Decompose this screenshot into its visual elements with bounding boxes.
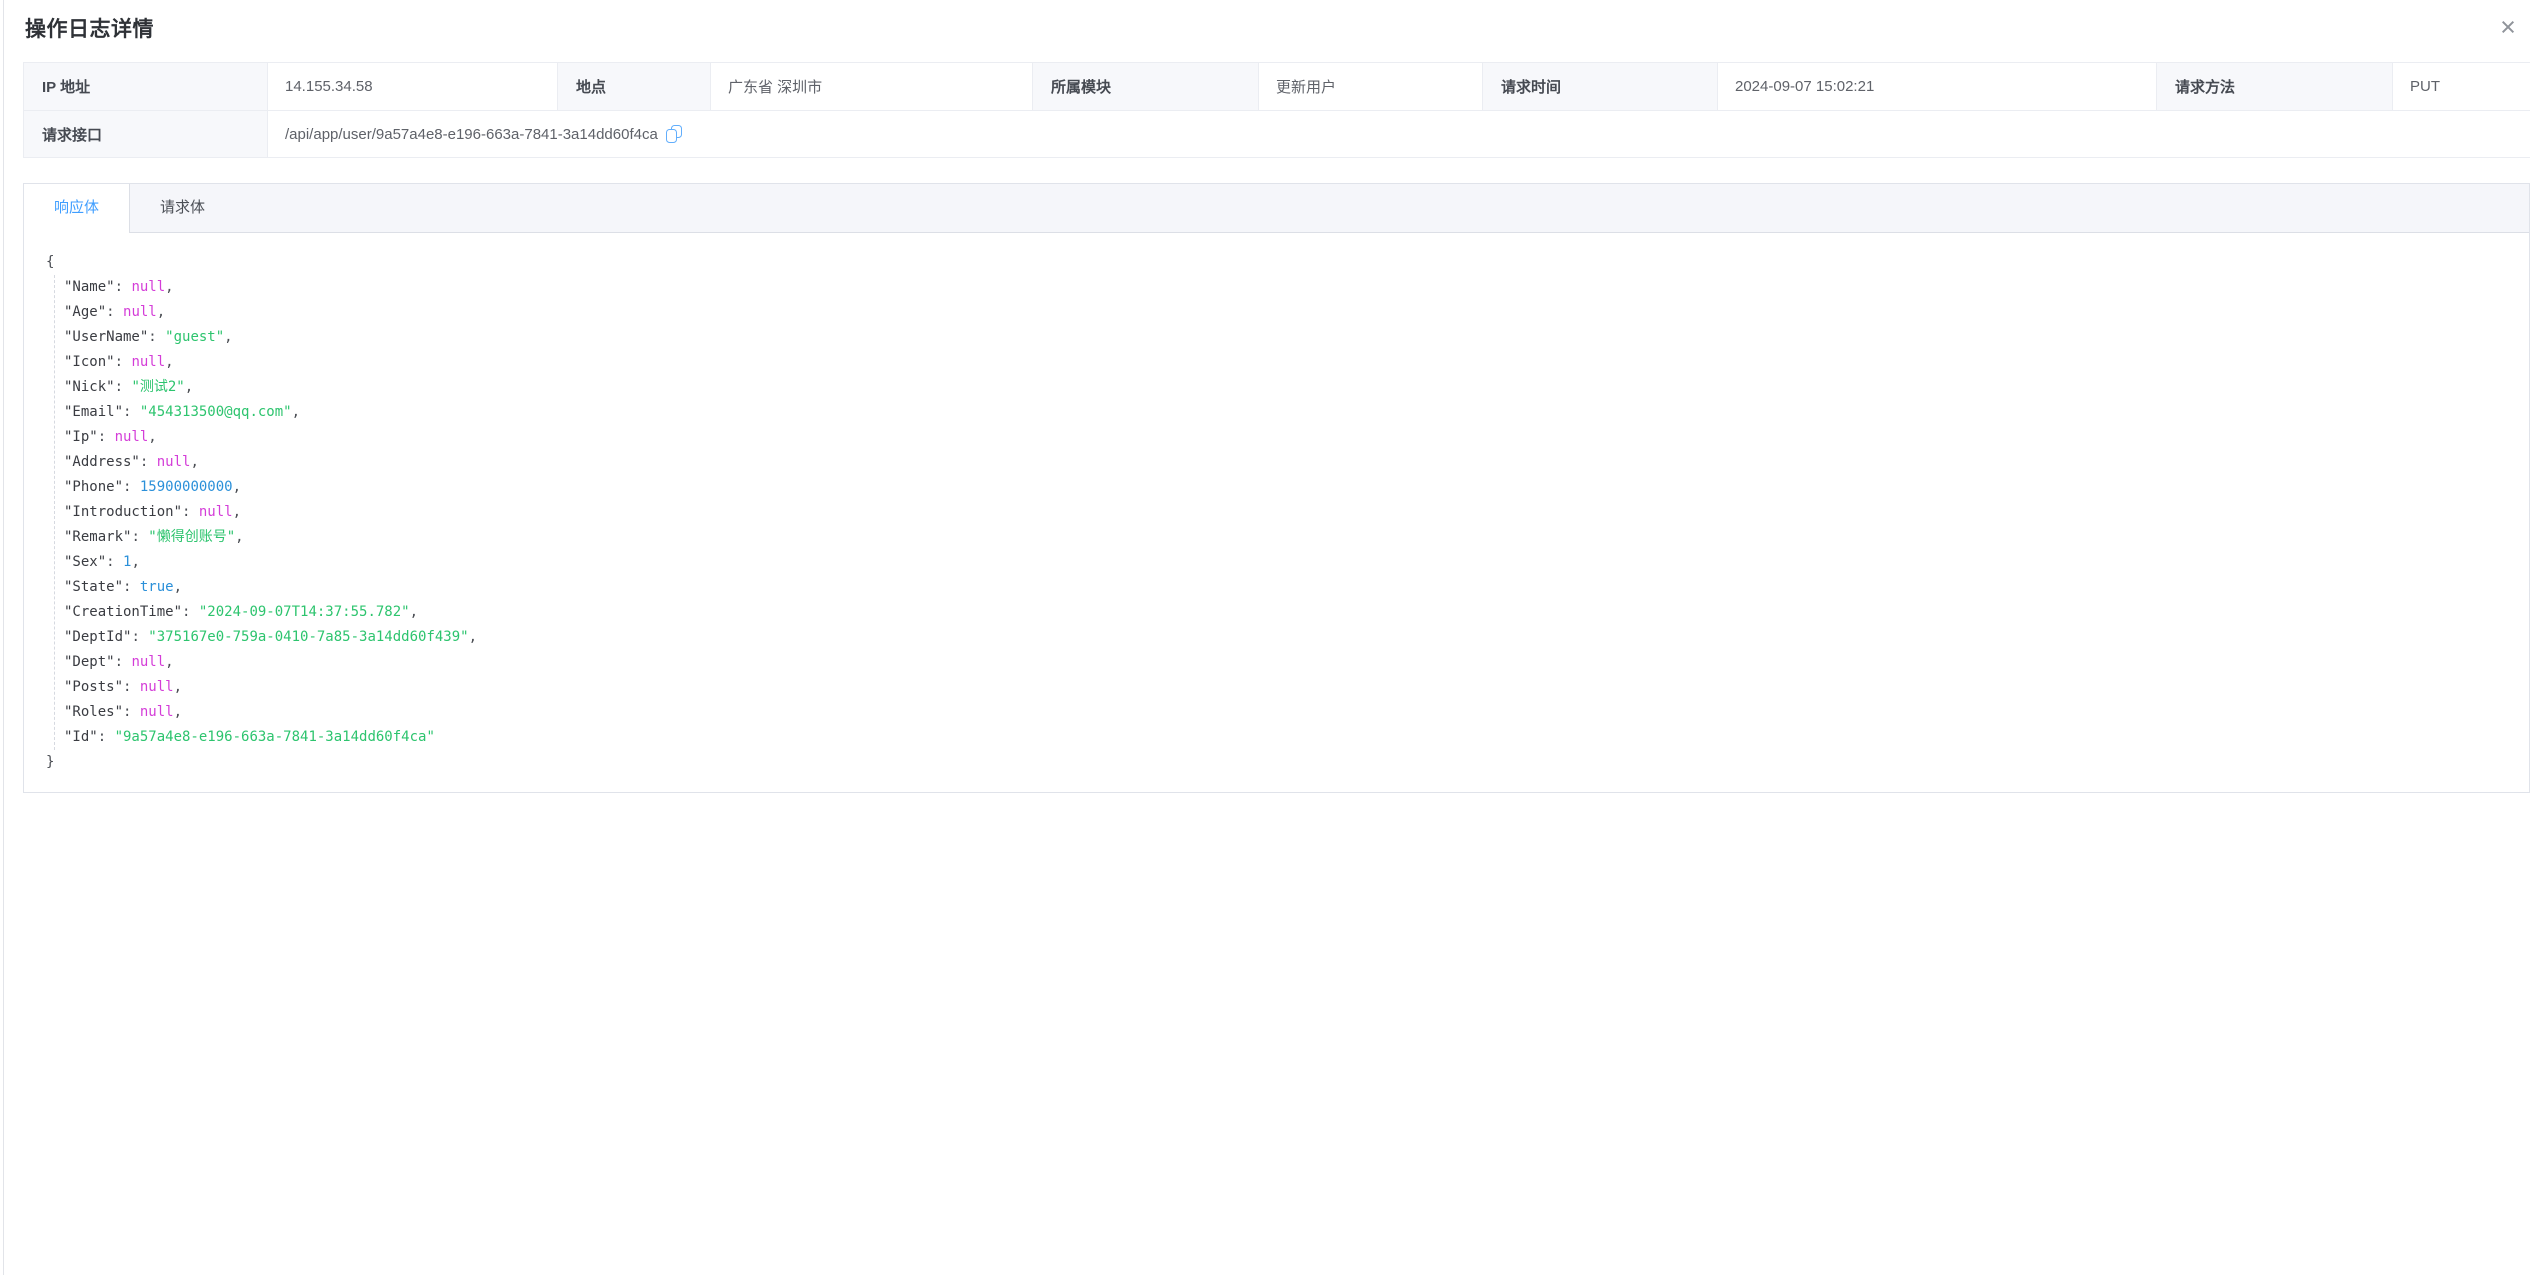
close-icon[interactable]: ×	[2492, 12, 2524, 44]
json-line: "DeptId": "375167e0-759a-0410-7a85-3a14d…	[64, 625, 2509, 650]
detail-label-request-time: 请求时间	[1482, 62, 1717, 110]
json-line: "Phone": 15900000000,	[64, 475, 2509, 500]
json-line: "Sex": 1,	[64, 550, 2509, 575]
json-viewer: { "Name": null,"Age": null,"UserName": "…	[24, 233, 2529, 785]
detail-label-module: 所属模块	[1032, 62, 1258, 110]
detail-value-request-api: /api/app/user/9a57a4e8-e196-663a-7841-3a…	[267, 110, 2530, 158]
json-line: "Remark": "懒得创账号",	[64, 525, 2509, 550]
tabs-bar: 响应体 请求体	[24, 184, 2529, 233]
request-api-path: /api/app/user/9a57a4e8-e196-663a-7841-3a…	[285, 126, 658, 143]
detail-label-request-method: 请求方法	[2156, 62, 2392, 110]
log-details-table: IP 地址 14.155.34.58 地点 广东省 深圳市 所属模块 更新用户 …	[23, 62, 2530, 158]
json-line: "CreationTime": "2024-09-07T14:37:55.782…	[64, 600, 2509, 625]
detail-value-request-method: PUT	[2392, 62, 2530, 110]
detail-label-request-api: 请求接口	[23, 110, 267, 158]
json-line: "Address": null,	[64, 450, 2509, 475]
json-line: "UserName": "guest",	[64, 325, 2509, 350]
json-close-brace: }	[46, 750, 2509, 775]
json-line: "State": true,	[64, 575, 2509, 600]
json-line: "Nick": "测试2",	[64, 375, 2509, 400]
detail-value-module: 更新用户	[1258, 62, 1482, 110]
tab-request-body[interactable]: 请求体	[130, 184, 235, 233]
body-tabs-card: 响应体 请求体 { "Name": null,"Age": null,"User…	[23, 183, 2530, 793]
detail-value-ip: 14.155.34.58	[267, 62, 557, 110]
detail-label-ip: IP 地址	[23, 62, 267, 110]
json-line: "Email": "454313500@qq.com",	[64, 400, 2509, 425]
json-line: "Introduction": null,	[64, 500, 2509, 525]
json-line: "Posts": null,	[64, 675, 2509, 700]
tab-response-body[interactable]: 响应体	[24, 184, 130, 233]
json-entries: "Name": null,"Age": null,"UserName": "gu…	[54, 275, 2509, 750]
page-edge-divider	[3, 0, 4, 1275]
json-line: "Id": "9a57a4e8-e196-663a-7841-3a14dd60f…	[64, 725, 2509, 750]
detail-label-location: 地点	[557, 62, 710, 110]
json-line: "Ip": null,	[64, 425, 2509, 450]
dialog-title: 操作日志详情	[25, 13, 154, 43]
json-line: "Name": null,	[64, 275, 2509, 300]
detail-value-location: 广东省 深圳市	[710, 62, 1032, 110]
copy-icon[interactable]	[666, 125, 683, 144]
json-line: "Roles": null,	[64, 700, 2509, 725]
details-row-1: IP 地址 14.155.34.58 地点 广东省 深圳市 所属模块 更新用户 …	[23, 62, 2530, 110]
json-line: "Age": null,	[64, 300, 2509, 325]
json-open-brace: {	[46, 250, 2509, 275]
detail-value-request-time: 2024-09-07 15:02:21	[1717, 62, 2156, 110]
json-line: "Dept": null,	[64, 650, 2509, 675]
json-line: "Icon": null,	[64, 350, 2509, 375]
details-row-2: 请求接口 /api/app/user/9a57a4e8-e196-663a-78…	[23, 110, 2530, 158]
